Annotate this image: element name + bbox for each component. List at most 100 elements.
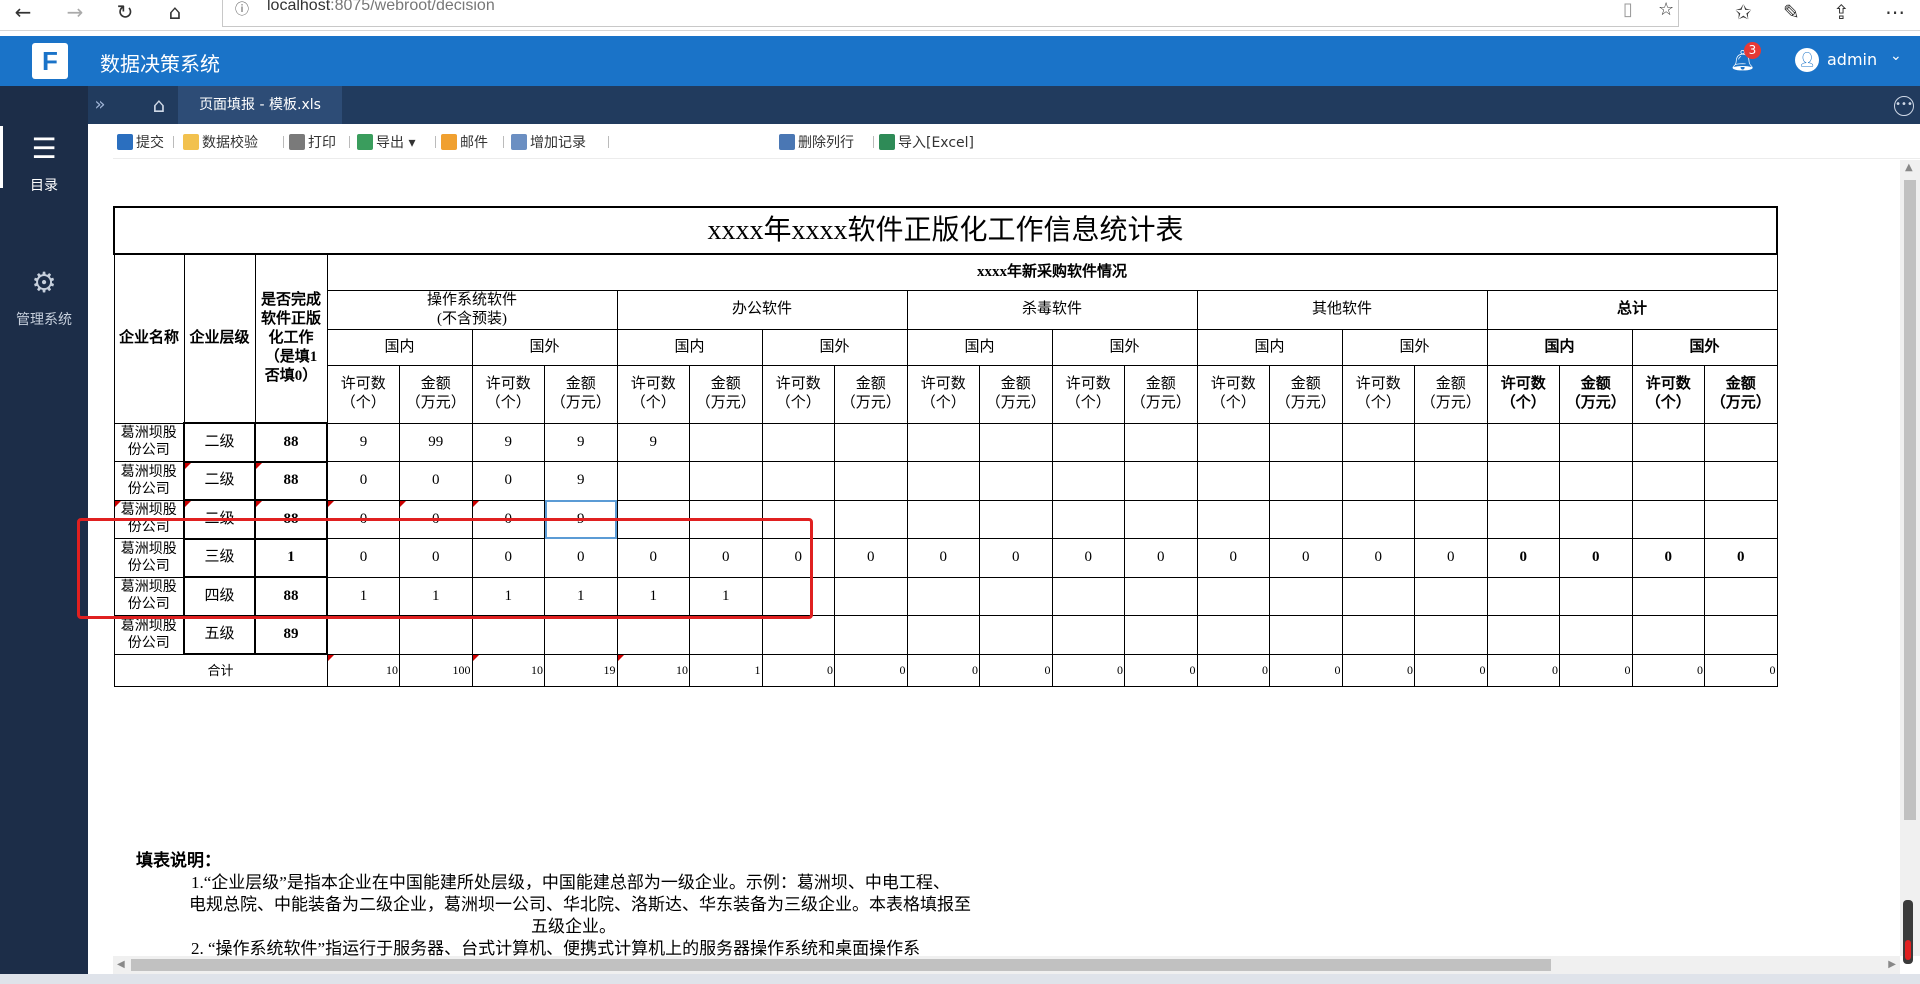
- value-cell[interactable]: [1414, 499, 1488, 539]
- value-cell[interactable]: 0: [471, 461, 545, 501]
- value-cell[interactable]: [979, 422, 1053, 462]
- site-info-icon[interactable]: ⓘ: [235, 0, 249, 19]
- value-cell[interactable]: [1631, 499, 1705, 539]
- home-icon[interactable]: ⌂: [160, 0, 190, 28]
- expand-sidebar-icon[interactable]: »: [88, 86, 112, 124]
- value-cell[interactable]: [1269, 499, 1343, 539]
- value-cell[interactable]: [761, 461, 835, 501]
- value-cell[interactable]: [1124, 422, 1198, 462]
- value-cell[interactable]: [906, 499, 980, 539]
- add-record-button[interactable]: 增加记录: [511, 132, 586, 152]
- value-cell[interactable]: [1269, 576, 1343, 616]
- complete-cell[interactable]: 89: [254, 614, 328, 655]
- share-icon[interactable]: ⇪: [1833, 0, 1850, 24]
- value-cell[interactable]: [616, 461, 690, 501]
- value-cell[interactable]: [1196, 461, 1270, 501]
- complete-cell[interactable]: 88: [254, 422, 328, 463]
- value-cell[interactable]: [1414, 576, 1488, 616]
- value-cell[interactable]: [1704, 499, 1778, 539]
- value-cell[interactable]: [1051, 422, 1125, 462]
- value-cell[interactable]: [979, 461, 1053, 501]
- value-cell[interactable]: [1486, 422, 1560, 462]
- value-cell[interactable]: 0: [399, 461, 473, 501]
- value-cell[interactable]: [1486, 615, 1560, 655]
- company-cell[interactable]: 葛洲坝股份公司: [113, 576, 185, 616]
- value-cell[interactable]: [1704, 615, 1778, 655]
- value-cell[interactable]: 0: [834, 538, 908, 578]
- value-cell[interactable]: [1124, 499, 1198, 539]
- more-icon[interactable]: ⋯: [1885, 0, 1905, 24]
- value-cell[interactable]: 0: [1196, 538, 1270, 578]
- value-cell[interactable]: [834, 499, 908, 539]
- value-cell[interactable]: [761, 576, 835, 616]
- value-cell[interactable]: [1559, 461, 1633, 501]
- value-cell[interactable]: [1269, 615, 1343, 655]
- vertical-scroll-thumb[interactable]: [1904, 180, 1916, 820]
- scroll-right-icon[interactable]: ▶: [1888, 959, 1896, 970]
- user-avatar-icon[interactable]: 👤︎: [1795, 48, 1819, 72]
- value-cell[interactable]: 1: [689, 576, 763, 616]
- value-cell[interactable]: [1341, 422, 1415, 462]
- value-cell[interactable]: [761, 422, 835, 462]
- value-cell[interactable]: [1704, 576, 1778, 616]
- value-cell[interactable]: [1414, 615, 1488, 655]
- value-cell[interactable]: [761, 499, 835, 539]
- value-cell[interactable]: 0: [471, 538, 545, 578]
- value-cell[interactable]: [979, 499, 1053, 539]
- value-cell[interactable]: [1124, 576, 1198, 616]
- value-cell[interactable]: [326, 615, 400, 655]
- horizontal-scroll-thumb[interactable]: [131, 959, 1551, 971]
- value-cell[interactable]: [1196, 615, 1270, 655]
- reading-view-icon[interactable]: ▯: [1623, 0, 1633, 20]
- validate-button[interactable]: 数据校验: [183, 132, 258, 152]
- company-cell[interactable]: 葛洲坝股份公司: [113, 615, 185, 655]
- value-cell[interactable]: [1414, 422, 1488, 462]
- value-cell[interactable]: [471, 615, 545, 655]
- value-cell[interactable]: [1486, 461, 1560, 501]
- value-cell[interactable]: [906, 461, 980, 501]
- value-cell[interactable]: [761, 615, 835, 655]
- submit-button[interactable]: 提交: [117, 132, 164, 152]
- value-cell[interactable]: [1486, 576, 1560, 616]
- horizontal-scrollbar[interactable]: ◀ ▶: [113, 956, 1900, 974]
- value-cell[interactable]: [834, 615, 908, 655]
- value-cell[interactable]: [616, 615, 690, 655]
- value-cell[interactable]: 0: [1341, 538, 1415, 578]
- value-cell[interactable]: [1196, 422, 1270, 462]
- company-cell[interactable]: 葛洲坝股份公司: [113, 499, 185, 539]
- value-cell[interactable]: 0: [1124, 538, 1198, 578]
- value-cell[interactable]: 0: [761, 538, 835, 578]
- value-cell[interactable]: [906, 615, 980, 655]
- value-cell[interactable]: 9: [544, 461, 618, 501]
- level-cell[interactable]: 二级: [183, 499, 256, 540]
- value-cell[interactable]: [399, 615, 473, 655]
- value-cell[interactable]: 0: [1414, 538, 1488, 578]
- level-cell[interactable]: 五级: [183, 614, 256, 655]
- sidebar-item-management[interactable]: ⚙ 管理系统: [0, 266, 88, 329]
- value-cell[interactable]: 1: [326, 576, 400, 616]
- scroll-up-icon[interactable]: ▲: [1905, 162, 1913, 173]
- level-cell[interactable]: 二级: [183, 422, 256, 463]
- pen-icon[interactable]: ✎: [1783, 0, 1800, 24]
- value-cell[interactable]: [1051, 461, 1125, 501]
- value-cell[interactable]: [1559, 576, 1633, 616]
- vertical-scrollbar[interactable]: ▲: [1900, 160, 1920, 956]
- value-cell[interactable]: 0: [399, 538, 473, 578]
- value-cell[interactable]: [1269, 461, 1343, 501]
- delete-row-button[interactable]: 删除列行: [779, 132, 854, 152]
- value-cell[interactable]: [834, 461, 908, 501]
- value-cell[interactable]: 9: [471, 422, 545, 462]
- value-cell[interactable]: 1: [544, 576, 618, 616]
- value-cell[interactable]: [544, 615, 618, 655]
- import-excel-button[interactable]: 导入[Excel]: [879, 132, 974, 152]
- value-cell[interactable]: [979, 576, 1053, 616]
- level-cell[interactable]: 四级: [183, 576, 256, 617]
- company-cell[interactable]: 葛洲坝股份公司: [113, 461, 185, 501]
- favorites-list-icon[interactable]: ✩: [1735, 0, 1752, 24]
- value-cell[interactable]: [616, 499, 690, 539]
- value-cell[interactable]: 0: [979, 538, 1053, 578]
- value-cell[interactable]: [1269, 422, 1343, 462]
- value-cell[interactable]: [1124, 615, 1198, 655]
- value-cell[interactable]: [689, 422, 763, 462]
- value-cell[interactable]: [1631, 615, 1705, 655]
